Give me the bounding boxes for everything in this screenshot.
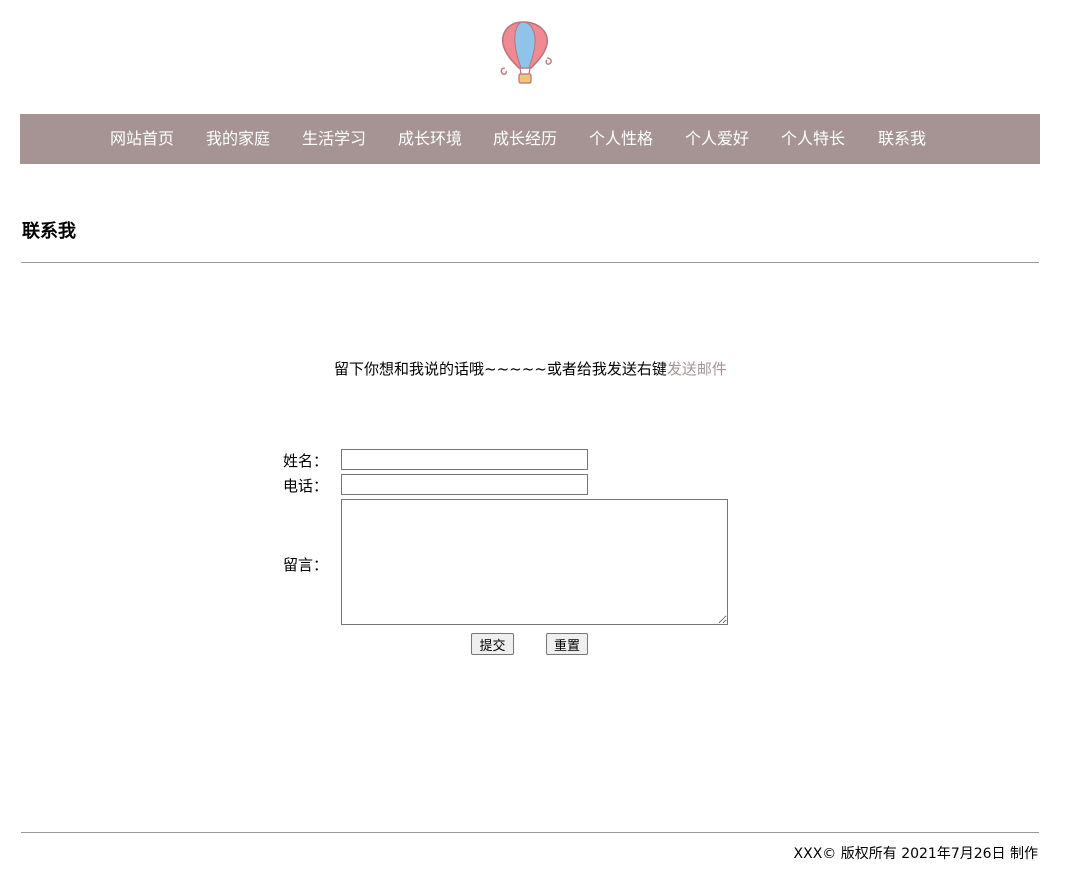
message-textarea[interactable] — [341, 499, 728, 625]
hot-air-balloon-icon — [497, 20, 555, 86]
name-field[interactable] — [341, 449, 588, 470]
reset-button[interactable]: 重置 — [546, 633, 588, 655]
nav-item-skills[interactable]: 个人特长 — [781, 114, 845, 164]
nav-item-family[interactable]: 我的家庭 — [206, 114, 270, 164]
message-label: 留言： — [283, 556, 329, 574]
name-label: 姓名： — [283, 452, 329, 470]
footer-divider — [21, 832, 1039, 833]
nav-item-home[interactable]: 网站首页 — [110, 114, 174, 164]
send-email-link[interactable]: 发送邮件 — [667, 360, 727, 378]
submit-button[interactable]: 提交 — [471, 633, 514, 655]
title-divider — [21, 262, 1039, 263]
page-title: 联系我 — [22, 221, 76, 242]
intro-text: 留下你想和我说的话哦~~~~~或者给我发送右键发送邮件 — [334, 359, 727, 379]
nav-item-hobbies[interactable]: 个人爱好 — [685, 114, 749, 164]
nav-item-personality[interactable]: 个人性格 — [589, 114, 653, 164]
nav-item-life-study[interactable]: 生活学习 — [302, 114, 366, 164]
nav-item-contact[interactable]: 联系我 — [878, 114, 926, 164]
nav-item-experience[interactable]: 成长经历 — [493, 114, 557, 164]
main-nav: 网站首页 我的家庭 生活学习 成长环境 成长经历 个人性格 个人爱好 个人特长 … — [20, 114, 1040, 164]
intro-message: 留下你想和我说的话哦~~~~~或者给我发送右键 — [334, 360, 667, 378]
phone-label: 电话： — [283, 477, 329, 495]
phone-field[interactable] — [341, 474, 588, 495]
nav-item-environment[interactable]: 成长环境 — [398, 114, 462, 164]
footer-copyright: XXX© 版权所有 2021年7月26日 制作 — [793, 846, 1038, 862]
